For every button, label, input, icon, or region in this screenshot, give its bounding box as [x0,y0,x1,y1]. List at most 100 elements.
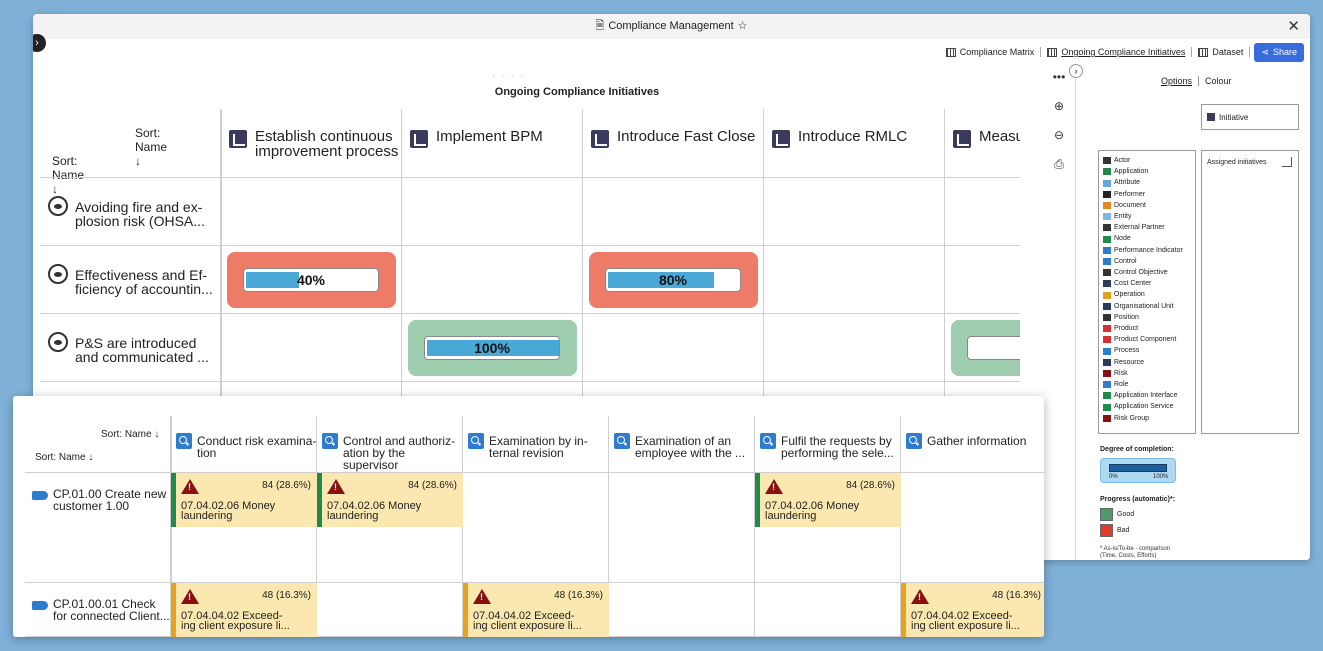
regulation-row-header[interactable]: P&S are introduced and communicated ... [75,336,225,364]
legend-label: Risk Group [1114,414,1150,422]
initiative-icon [1207,113,1215,121]
process-column-header[interactable]: Examination of an employee with the ... [635,435,755,459]
initiative-column-header[interactable]: Measure core p [953,129,1020,148]
progress-card[interactable]: 80% [589,252,758,308]
zoom-in-icon[interactable]: ⊕ [1050,99,1068,128]
matrix-cell[interactable] [764,246,945,314]
legend-item: Control [1103,256,1195,267]
risk-stripe [171,473,176,527]
risk-card[interactable]: 84 (28.6%) 07.04.02.06 Moneylaundering [755,473,901,527]
bad-swatch [1100,524,1113,537]
initiative-column-header[interactable]: Introduce RMLC [772,129,942,148]
legend-swatch-icon [1103,257,1111,265]
process-column-header[interactable]: Examination by in-ternal revision [489,435,609,459]
matrix-cell[interactable] [583,314,764,382]
regulation-row-header[interactable]: Effectiveness and Ef-ficiency of account… [75,268,225,296]
progress-card[interactable]: 100% [408,320,577,376]
matrix-cell[interactable] [402,178,583,246]
risk-card[interactable]: 48 (16.3%) 07.04.04.02 Exceed-ing client … [171,583,317,637]
risk-name: 07.04.02.06 Money laundering [327,501,421,522]
share-icon: ⋖ [1261,46,1269,57]
tab-separator [1198,76,1200,86]
risk-card[interactable]: 48 (16.3%) 07.04.04.02 Exceed-ing client … [463,583,609,637]
progress-card[interactable]: 40% [227,252,396,308]
legend-item: Risk Group [1103,413,1195,424]
compliance-matrix-tab[interactable]: Compliance Matrix [940,47,1042,57]
legend-swatch-icon [1103,190,1111,198]
progress-title: Progress (automatic)*: [1100,496,1176,503]
risk-card[interactable]: 48 (16.3%) 07.04.04.02 Exceed-ing client … [901,583,1044,637]
legend-swatch-icon [1103,414,1111,422]
degree-min: 0% [1109,474,1118,480]
degree-max: 100% [1153,474,1169,480]
matrix-cell[interactable] [221,178,402,246]
ongoing-initiatives-tab[interactable]: Ongoing Compliance Initiatives [1041,47,1193,57]
legend-swatch-icon [1103,325,1111,333]
initiative-column-header[interactable]: Introduce Fast Close [591,129,761,148]
favorite-star-icon[interactable]: ☆ [738,14,748,39]
matrix-cell[interactable] [609,473,755,583]
close-button[interactable]: ✕ [1287,14,1300,39]
process-column-header[interactable]: Control and authoriz-ation by the superv… [343,435,463,471]
table-icon [945,47,956,57]
assigned-initiatives-field[interactable]: Assigned initiatives [1201,150,1299,434]
row-label-line2: ficiency of accountin... [75,281,213,297]
matrix-cell[interactable] [901,473,1044,583]
matrix-cell[interactable] [317,583,463,637]
risk-card[interactable]: 84 (28.6%) 07.04.02.06 Moneylaundering [171,473,317,527]
view-eye-icon[interactable] [48,264,68,284]
corner-cell [40,109,221,178]
tab-options[interactable]: Options [1161,76,1192,86]
legend-label: Entity [1114,213,1132,221]
zoom-out-icon[interactable]: ⊖ [1050,128,1068,157]
share-button[interactable]: ⋖ Share [1254,42,1304,62]
matrix-cell[interactable] [402,246,583,314]
matrix-cell[interactable] [945,246,1020,314]
matrix-cell[interactable] [221,314,402,382]
view-eye-icon[interactable] [48,332,68,352]
legend-item: Product [1103,323,1195,334]
process-column-header[interactable]: Gather information [927,435,1044,447]
degree-legend: 0% 100% [1100,458,1176,483]
view-eye-icon[interactable] [48,196,68,216]
row-label-line1: Avoiding fire and ex- [75,199,203,215]
legend-label: External Partner [1114,224,1165,232]
legend-item: Performer [1103,189,1195,200]
matrix-cell[interactable] [609,583,755,637]
regulation-row-header[interactable]: Avoiding fire and ex-plosion risk (OHSA.… [75,200,225,228]
initiative-label: Initiative [1219,112,1249,122]
initiative-column-header[interactable]: Establish continuous improvement process [229,129,399,159]
initiative-field[interactable]: Initiative [1201,104,1299,130]
initiative-column-header[interactable]: Implement BPM [410,128,580,148]
initiative-doc-icon [410,130,428,148]
process-column-header[interactable]: Conduct risk examina-tion [197,435,317,459]
legend-list: Actor Application Attribute Performer Docume… [1098,150,1196,434]
legend-swatch-icon [1103,381,1111,389]
matrix-cell[interactable] [463,473,609,583]
more-icon[interactable]: ••• [1050,70,1068,99]
risk-name-line2: ing client exposure li... [473,620,582,632]
collapse-panel-icon[interactable]: › [1069,64,1083,78]
process-column-header[interactable]: Fulfil the requests by performing the sel… [781,435,901,459]
process-row-header[interactable]: CP.01.00.01 Check for connected Client... [53,598,173,622]
initiative-column-label: Implement BPM [436,128,543,145]
process-row-header[interactable]: CP.01.00 Create new customer 1.00 [53,488,173,512]
risk-card[interactable]: 84 (28.6%) 07.04.02.06 Moneylaundering [317,473,463,527]
row-label-line1: P&S are introduced [75,335,197,351]
matrix-cell[interactable] [755,583,901,637]
export-icon[interactable]: ⎙ [1050,157,1068,186]
matrix-cell[interactable] [583,178,764,246]
legend-swatch-icon [1103,291,1111,299]
tab-colour[interactable]: Colour [1205,76,1232,86]
dataset-tab[interactable]: Dataset [1192,47,1251,57]
risk-count: 84 (28.6%) [262,480,311,491]
matrix-cell[interactable] [945,178,1020,246]
progress-card-partial[interactable] [951,320,1020,376]
matrix-cell[interactable] [764,314,945,382]
expand-left-icon[interactable]: › [33,34,46,52]
legend-label: Role [1114,381,1129,389]
legend-swatch-icon [1103,246,1111,254]
matrix-cell[interactable] [764,178,945,246]
legend-item: Application Service [1103,401,1195,412]
progress-percent: 100% [474,340,510,356]
